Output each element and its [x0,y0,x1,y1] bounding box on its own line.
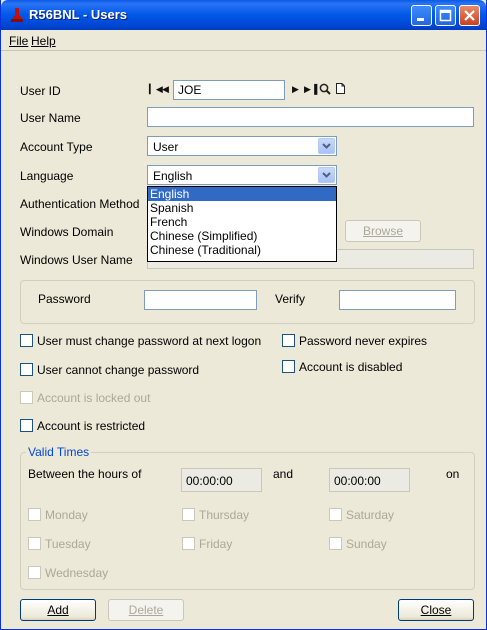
language-value: English [153,169,193,183]
search-icon[interactable] [319,83,331,95]
browse-button[interactable]: Browse [345,220,421,242]
thursday-label: Thursday [199,508,250,522]
browse-button-label: Browse [362,224,403,238]
sunday-checkbox[interactable] [329,537,342,550]
first-record-icon[interactable]: ▎◀ [149,84,163,94]
wednesday-label: Wednesday [45,566,109,580]
saturday-label: Saturday [346,508,395,522]
must-change-label: User must change password at next logon [37,334,262,348]
user-id-input[interactable]: JOE [173,80,285,100]
on-label: on [446,467,460,481]
new-record-icon[interactable] [335,82,346,95]
user-id-label: User ID [20,84,61,98]
verify-label: Verify [275,292,306,306]
account-type-dropdown-button[interactable] [318,138,335,154]
cannot-change-checkbox[interactable] [20,363,33,376]
menu-file-label: File [9,34,29,48]
saturday-checkbox[interactable] [329,508,342,521]
restricted-checkbox[interactable] [20,419,33,432]
maximize-icon [439,9,452,22]
must-change-checkbox[interactable] [20,334,33,347]
between-hours-label: Between the hours of [28,467,142,481]
menu-file[interactable]: File [9,34,28,48]
sunday-label: Sunday [346,537,387,551]
wednesday-checkbox[interactable] [28,566,41,579]
end-time-input[interactable]: 00:00:00 [329,468,410,492]
title-bar[interactable]: R56BNL - Users [1,0,486,30]
menu-help[interactable]: Help [31,34,56,48]
auth-method-label: Authentication Method [20,197,140,211]
verify-input[interactable] [339,290,456,310]
minimize-icon [417,18,424,21]
never-expires-label: Password never expires [299,334,428,348]
delete-button-label: Delete [128,603,164,617]
never-expires-checkbox[interactable] [282,334,295,347]
windows-domain-label: Windows Domain [20,225,114,239]
account-disabled-checkbox[interactable] [282,360,295,373]
account-type-value: User [153,140,179,154]
app-icon [11,8,23,22]
add-button[interactable]: Add [20,599,96,621]
account-disabled-label: Account is disabled [299,360,403,374]
maximize-button[interactable] [435,5,456,26]
language-option-french[interactable]: French [148,215,336,229]
start-time-input[interactable]: 00:00:00 [181,468,262,492]
friday-checkbox[interactable] [182,537,195,550]
locked-out-label: Account is locked out [37,391,151,405]
delete-button[interactable]: Delete [108,599,184,621]
language-option-spanish[interactable]: Spanish [148,201,336,215]
password-label: Password [38,292,91,306]
valid-times-title: Valid Times [26,445,92,459]
account-type-select[interactable]: User [147,136,337,156]
next-record-icon[interactable]: ▶ [292,84,299,94]
tuesday-checkbox[interactable] [28,537,41,550]
language-dropdown-button[interactable] [318,167,335,183]
and-label: and [273,467,294,481]
locked-out-checkbox[interactable] [20,391,33,404]
tuesday-label: Tuesday [45,537,91,551]
window-title: R56BNL - Users [29,7,128,22]
friday-label: Friday [199,537,233,551]
minimize-button[interactable] [411,5,432,26]
chevron-down-icon [322,172,331,178]
user-name-label: User Name [20,111,81,125]
language-option-chinese-simplified[interactable]: Chinese (Simplified) [148,229,336,243]
users-window: R56BNL - Users File Help User ID ▎◀ ◀ JO… [0,0,487,630]
user-name-input[interactable] [147,107,474,127]
menu-help-label: Help [31,34,56,48]
previous-record-icon[interactable]: ◀ [162,84,169,94]
thursday-checkbox[interactable] [182,508,195,521]
close-window-button[interactable] [459,5,480,26]
cannot-change-label: User cannot change password [37,363,200,377]
menu-bar: File Help [1,30,486,51]
language-dropdown-list: English Spanish French Chinese (Simplifi… [147,186,337,262]
language-label: Language [20,169,74,183]
monday-label: Monday [45,508,88,522]
chevron-down-icon [322,143,331,149]
add-button-label: Add [47,603,69,617]
windows-user-label: Windows User Name [20,253,133,267]
language-option-english[interactable]: English [148,187,336,201]
last-record-icon[interactable]: ▶▐ [304,84,317,94]
close-button-label: Close [420,603,452,617]
language-option-chinese-traditional[interactable]: Chinese (Traditional) [148,243,336,257]
monday-checkbox[interactable] [28,508,41,521]
restricted-label: Account is restricted [37,419,146,433]
password-input[interactable] [144,290,257,310]
account-type-label: Account Type [20,140,93,154]
close-icon [464,10,475,21]
language-select[interactable]: English [147,165,337,185]
close-button[interactable]: Close [398,599,474,621]
